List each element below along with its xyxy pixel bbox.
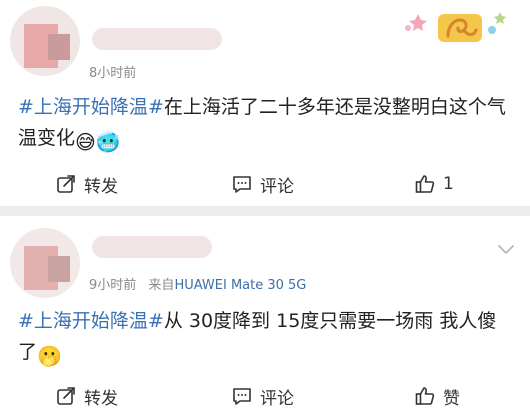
like-label: 赞	[443, 388, 460, 409]
sweat-smile-emoji: 😅	[75, 130, 96, 154]
like-button[interactable]: 1	[415, 164, 454, 204]
cold-face-emoji: 🥶	[95, 130, 121, 154]
comment-icon	[233, 388, 251, 405]
post-meta: 9小时前 来自HUAWEI Mate 30 5G	[89, 274, 306, 293]
chevron-down-icon[interactable]	[496, 242, 516, 256]
action-bar: 转发 评论 1	[0, 164, 530, 204]
post-content: #上海开始降温#在上海活了二十多年还是没整明白这个气温变化😅🥶	[18, 92, 514, 154]
post-card: 9小时前 来自HUAWEI Mate 30 5G #上海开始降温#从 30度降到…	[0, 216, 530, 418]
username-blurred[interactable]	[92, 236, 212, 258]
thumbs-up-icon	[415, 175, 435, 193]
face-with-hand-over-mouth-emoji: 🫢	[37, 344, 62, 368]
like-button[interactable]: 赞	[415, 376, 460, 416]
share-icon	[57, 175, 75, 193]
comment-button[interactable]: 评论	[232, 376, 294, 416]
device-source[interactable]: HUAWEI Mate 30 5G	[174, 278, 306, 293]
post-content: #上海开始降温#从 30度降到 15度只需要一场雨 我人傻了🫢	[18, 306, 514, 368]
post-time: 8小时前	[89, 66, 137, 81]
comment-button[interactable]: 评论	[232, 164, 294, 204]
share-icon	[57, 387, 75, 405]
source-prefix: 来自	[148, 278, 175, 293]
comment-icon	[233, 176, 251, 193]
post-card: 8小时前 #上海开始降温#在上海活了二十多年还是没整明白这个气温变化😅🥶 转发 …	[0, 0, 530, 206]
comment-label: 评论	[260, 176, 294, 197]
avatar[interactable]	[10, 6, 80, 76]
share-label: 转发	[84, 388, 118, 409]
hashtag-link[interactable]: #上海开始降温#	[18, 96, 164, 118]
username-blurred[interactable]	[92, 28, 222, 50]
action-bar: 转发 评论 赞	[0, 376, 530, 416]
share-button[interactable]: 转发	[56, 164, 118, 204]
share-button[interactable]: 转发	[56, 376, 118, 416]
hashtag-link[interactable]: #上海开始降温#	[18, 310, 164, 332]
like-count: 1	[443, 174, 454, 194]
share-label: 转发	[84, 176, 118, 197]
comment-label: 评论	[260, 388, 294, 409]
avatar[interactable]	[10, 228, 80, 298]
post-meta: 8小时前	[89, 62, 136, 81]
thumbs-up-icon	[415, 387, 435, 405]
leo-zodiac-sticker	[405, 12, 506, 42]
post-time: 9小时前	[89, 278, 137, 293]
